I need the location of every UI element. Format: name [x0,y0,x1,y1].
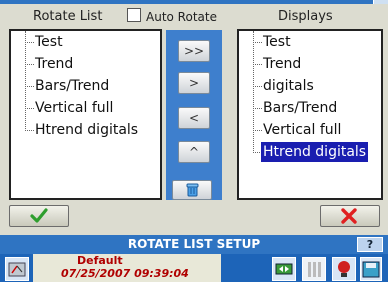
alarm-icon [338,261,350,277]
tree-branch [253,108,262,109]
tree-branch [253,130,262,131]
list-item-label: Test [35,34,63,50]
alarm-button[interactable] [332,257,356,281]
auto-rotate-label: Auto Rotate [146,10,217,24]
tree-branch [253,64,262,65]
profile-name: Default [77,254,123,267]
trash-icon [186,183,199,197]
list-item-label: Htrend digitals [35,122,139,138]
title-bar: ROTATE LIST SETUP ? [0,235,388,254]
move-up-button[interactable]: ^ [178,141,210,163]
page-title: ROTATE LIST SETUP [127,237,261,251]
list-item-label: Vertical full [263,122,342,138]
status-info: Default 07/25/2007 09:39:04 [33,254,221,282]
list-item-label: Trend [35,56,74,72]
list-item-label: Bars/Trend [35,78,110,94]
transfer-panel: >> > < ^ [166,30,222,200]
tree-branch [25,86,34,87]
tree-line [25,31,26,129]
remove-button[interactable]: < [178,107,210,129]
displays-list[interactable]: Test Trend digitals Bars/Trend Vertical … [237,29,383,200]
displays-title: Displays [278,9,333,24]
ok-button[interactable] [9,205,69,227]
tree-branch [25,108,34,109]
tree-branch [25,130,34,131]
list-item-label: Test [263,34,291,50]
disk-icon [362,261,380,278]
top-corner [373,0,388,4]
add-button[interactable]: > [178,72,210,94]
bars-icon [308,262,321,277]
cancel-button[interactable] [320,205,380,227]
switch-icon [275,263,293,275]
rotate-list[interactable]: Test Trend Bars/Trend Vertical full Htre… [9,29,162,200]
tree-branch [253,86,262,87]
bars-button[interactable] [302,257,326,281]
list-item-label: Vertical full [35,100,114,116]
list-item-label: Htrend digitals [259,141,370,163]
help-button[interactable]: ? [357,237,383,252]
checkmark-icon [30,208,48,223]
status-bar: Default 07/25/2007 09:39:04 [0,254,388,282]
list-item-label: Bars/Trend [263,100,338,116]
status-datetime: 07/25/2007 09:39:04 [61,267,189,280]
add-all-button[interactable]: >> [178,40,210,62]
auto-rotate-checkbox[interactable] [127,8,141,22]
tree-branch [253,42,262,43]
x-icon [341,208,357,224]
rotate-list-title: Rotate List [33,9,103,24]
tree-branch [25,64,34,65]
list-item-label: Trend [263,56,302,72]
tree-line [253,31,254,151]
gauge-icon [8,262,26,277]
top-strip [0,0,388,4]
save-button[interactable] [360,257,382,281]
list-item-label: digitals [263,78,314,94]
tree-branch [25,42,34,43]
menu-button[interactable] [5,257,29,281]
switch-button[interactable] [272,257,296,281]
delete-button[interactable] [172,180,212,200]
